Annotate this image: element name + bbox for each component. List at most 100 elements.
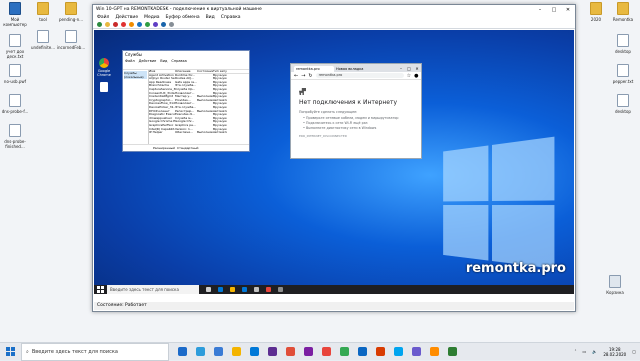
maximize-button[interactable]: □ bbox=[405, 66, 413, 71]
desktop-icon-top-1[interactable]: tool bbox=[28, 2, 58, 22]
taskbar-app-icon[interactable] bbox=[430, 347, 439, 356]
enhanced-session-icon[interactable] bbox=[169, 22, 174, 27]
edge-icon[interactable] bbox=[218, 287, 223, 292]
start-icon[interactable] bbox=[105, 22, 110, 27]
menu-file[interactable]: Файл bbox=[125, 59, 135, 63]
desktop-icon-file-1[interactable]: учет дох деск.txt bbox=[0, 34, 30, 59]
chevron-up-icon[interactable]: ˄ bbox=[575, 349, 577, 354]
windows-start-icon[interactable] bbox=[97, 286, 104, 293]
taskbar-app-icon[interactable] bbox=[232, 347, 241, 356]
pause-icon[interactable] bbox=[137, 22, 142, 27]
save-icon[interactable] bbox=[129, 22, 134, 27]
menu-file[interactable]: Файл bbox=[97, 15, 109, 20]
menu-help[interactable]: Справка bbox=[171, 59, 186, 63]
mail-icon[interactable] bbox=[254, 287, 259, 292]
col-header-status[interactable]: Состояние bbox=[197, 70, 213, 73]
suggestion-item[interactable]: Выполните диагностику сети в Windows bbox=[303, 126, 421, 130]
menu-help[interactable]: Справка bbox=[221, 15, 241, 20]
turn-off-icon[interactable] bbox=[113, 22, 118, 27]
taskbar-app-icon[interactable] bbox=[322, 347, 331, 356]
checkpoint-icon[interactable] bbox=[153, 22, 158, 27]
desktop-icon-right-5[interactable]: desktop bbox=[608, 94, 638, 114]
menu-media[interactable]: Медиа bbox=[144, 15, 159, 20]
minimize-button[interactable]: – bbox=[397, 66, 405, 71]
services-taskbar-icon[interactable] bbox=[278, 287, 283, 292]
service-row[interactable]: IP Helper Обеспечи...ВыполняетсяАвтоматич… bbox=[149, 131, 249, 135]
desktop-icon-file-2[interactable]: no-usb.pwf bbox=[0, 64, 30, 84]
desktop-icon-file-3[interactable]: dns-probe-f... bbox=[0, 94, 30, 114]
store-icon[interactable] bbox=[242, 287, 247, 292]
network-icon[interactable]: ▭ bbox=[583, 349, 587, 354]
taskbar-app-icon[interactable] bbox=[448, 347, 457, 356]
windows-start-icon[interactable] bbox=[6, 347, 15, 356]
reset-icon[interactable] bbox=[145, 22, 150, 27]
bookmark-star-icon[interactable]: ☆ bbox=[407, 73, 411, 79]
menu-action[interactable]: Действие bbox=[139, 59, 157, 63]
desktop-icon-top-2[interactable]: pending-n... bbox=[56, 2, 86, 22]
tree-item-local-services[interactable]: Службы (локальные) bbox=[124, 71, 147, 79]
vm-connection-window: Win 10-GPT на REMONTKADESK - подключение… bbox=[92, 4, 576, 312]
menu-clipboard[interactable]: Буфер обмена bbox=[166, 15, 200, 20]
volume-icon[interactable]: 🔈 bbox=[592, 349, 597, 354]
guest-desktop[interactable]: Google Chrome Службы Файл Действие Вид С… bbox=[94, 30, 574, 294]
back-icon[interactable]: ← bbox=[294, 73, 298, 79]
address-bar[interactable]: remontka.pro bbox=[315, 73, 404, 78]
guest-search-box[interactable]: Введите здесь текст для поиска bbox=[107, 285, 199, 294]
close-button[interactable]: ✕ bbox=[561, 7, 575, 13]
col-header-name[interactable]: Имя bbox=[149, 70, 175, 73]
menu-view[interactable]: Вид bbox=[160, 59, 167, 63]
chrome-taskbar-icon[interactable] bbox=[266, 287, 271, 292]
taskbar-app-icon[interactable] bbox=[394, 347, 403, 356]
menu-view[interactable]: Вид bbox=[206, 15, 215, 20]
taskbar-app-icon[interactable] bbox=[250, 347, 259, 356]
desktop-icon-my-computer[interactable]: Мой компьютер bbox=[0, 2, 30, 27]
menu-action[interactable]: Действие bbox=[115, 15, 138, 20]
maximize-button[interactable]: □ bbox=[547, 7, 561, 13]
shutdown-icon[interactable] bbox=[121, 22, 126, 27]
ctrl-alt-del-icon[interactable] bbox=[97, 22, 102, 27]
task-view-icon[interactable] bbox=[206, 287, 211, 292]
taskbar-app-icon[interactable] bbox=[412, 347, 421, 356]
desktop-icon-top-4[interactable]: incornedFeb... bbox=[56, 30, 86, 50]
host-search-box[interactable]: ⌕ Введите здесь текст для поиска bbox=[21, 342, 169, 361]
clock[interactable]: 19:28 28.02.2020 bbox=[603, 347, 626, 357]
tab-standard[interactable]: Стандартный bbox=[177, 146, 199, 150]
taskbar-app-icon[interactable] bbox=[358, 347, 367, 356]
reload-icon[interactable]: ↻ bbox=[308, 73, 312, 79]
dinosaur-icon[interactable] bbox=[299, 88, 306, 95]
taskbar-app-icon[interactable] bbox=[376, 347, 385, 356]
taskbar-app-icon[interactable] bbox=[214, 347, 223, 356]
desktop-icon-top-3[interactable]: undefinite... bbox=[28, 30, 58, 50]
search-placeholder: Введите здесь текст для поиска bbox=[31, 348, 118, 355]
close-button[interactable]: ✕ bbox=[413, 66, 421, 71]
revert-icon[interactable] bbox=[161, 22, 166, 27]
desktop-icon-recycle-bin[interactable]: Корзина bbox=[600, 275, 630, 295]
chrome-tab-new[interactable]: Новая вкладка bbox=[334, 66, 374, 72]
icon-label: dns-probe-finished... bbox=[4, 139, 26, 149]
file-explorer-icon[interactable] bbox=[230, 287, 235, 292]
desktop-icon-right-4[interactable]: pepper.txt bbox=[608, 64, 638, 84]
taskbar-app-icon[interactable] bbox=[340, 347, 349, 356]
taskbar-app-icon[interactable] bbox=[196, 347, 205, 356]
desktop-icon-right-3[interactable]: desktop bbox=[608, 34, 638, 54]
col-header-description[interactable]: Описание bbox=[175, 70, 197, 73]
taskbar-app-icon[interactable] bbox=[286, 347, 295, 356]
col-header-startup[interactable]: Тип запуска bbox=[213, 70, 227, 73]
taskbar-app-icon[interactable] bbox=[304, 347, 313, 356]
taskbar-app-icon[interactable] bbox=[178, 347, 187, 356]
desktop-icon-right-1[interactable]: 2020 bbox=[581, 2, 611, 22]
services-title-bar[interactable]: Службы bbox=[123, 51, 249, 58]
chrome-tab-active[interactable]: remontka.pro bbox=[294, 66, 334, 72]
icon-label: Мой компьютер bbox=[3, 17, 27, 27]
tab-extended[interactable]: Расширенный bbox=[153, 146, 175, 150]
minimize-button[interactable]: – bbox=[533, 7, 547, 13]
taskbar-app-icon[interactable] bbox=[268, 347, 277, 356]
desktop-icon-right-2[interactable]: Remontka bbox=[608, 2, 638, 22]
profile-icon[interactable]: ● bbox=[414, 73, 418, 79]
notifications-icon[interactable]: ▢ bbox=[632, 349, 636, 354]
desktop-icon-file-4[interactable]: dns-probe-finished... bbox=[0, 124, 30, 149]
vm-title-bar[interactable]: Win 10-GPT на REMONTKADESK - подключение… bbox=[93, 5, 575, 14]
forward-icon[interactable]: → bbox=[301, 73, 305, 79]
guest-icon-file[interactable] bbox=[96, 82, 112, 93]
guest-icon-chrome[interactable]: Google Chrome bbox=[96, 58, 112, 77]
